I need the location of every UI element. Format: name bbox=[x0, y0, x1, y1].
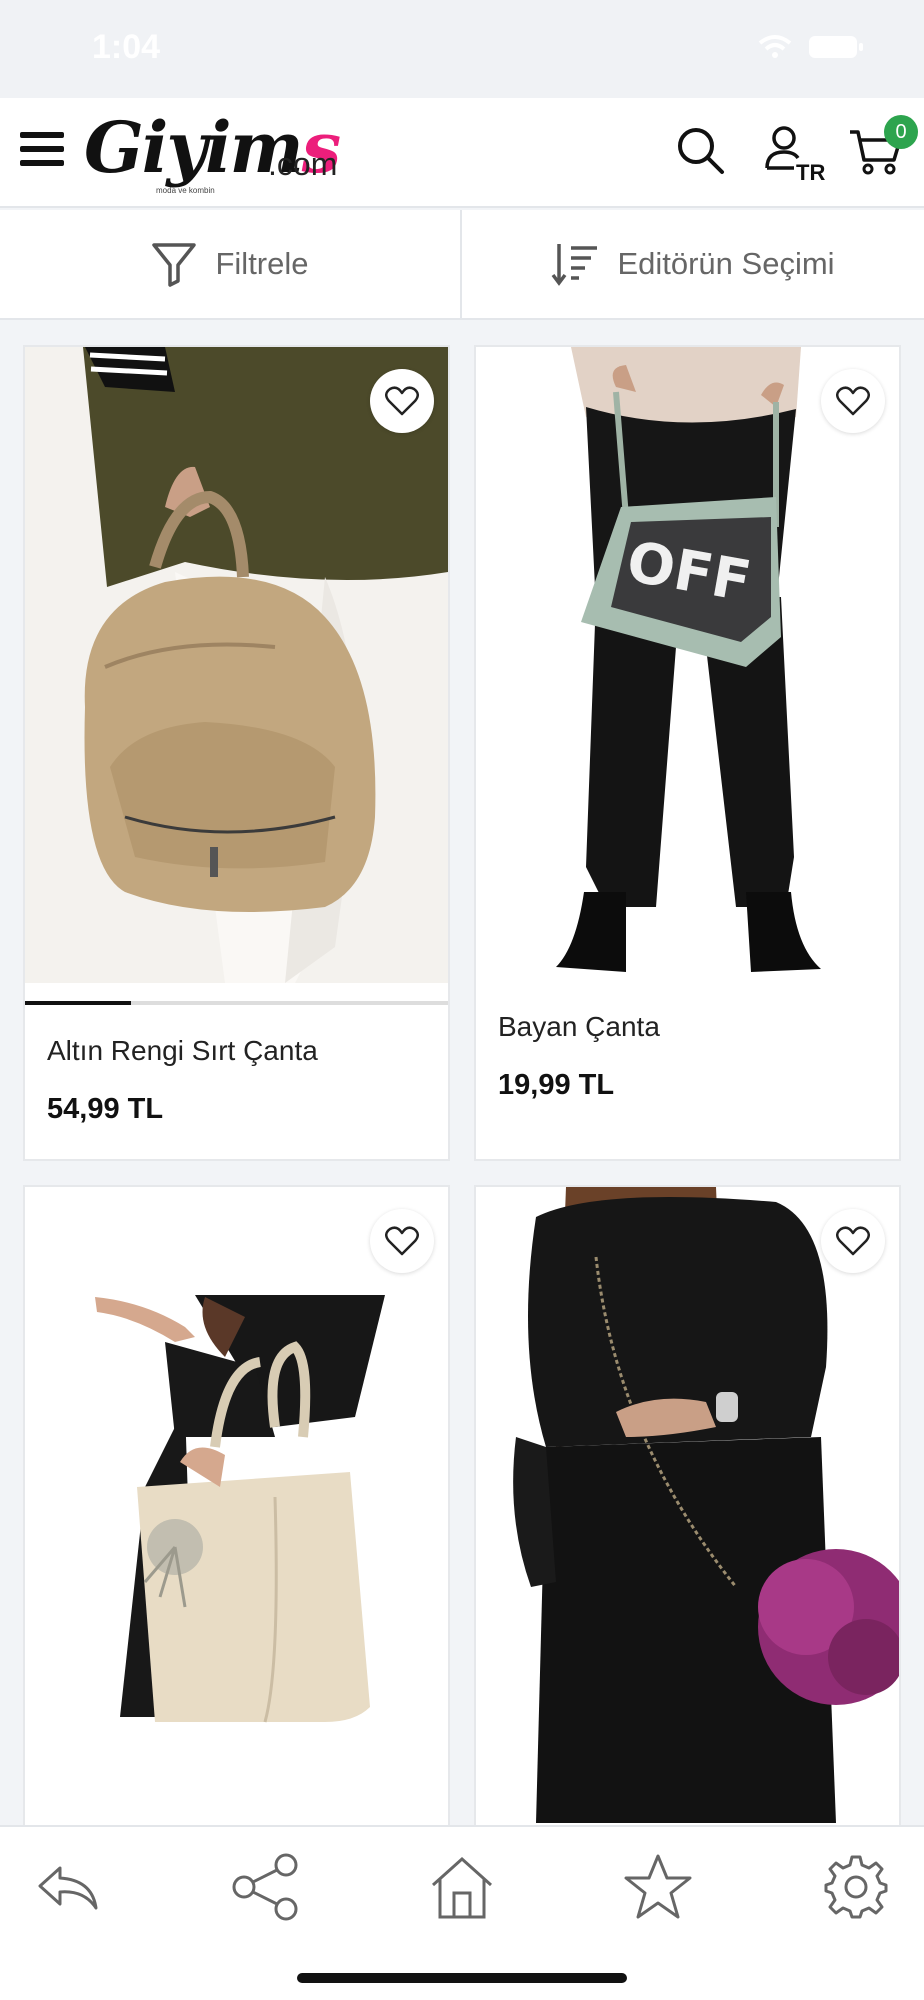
sort-button[interactable]: Editörün Seçimi bbox=[462, 210, 924, 318]
image-carousel-progress bbox=[25, 1001, 448, 1005]
favorite-button[interactable] bbox=[821, 369, 885, 433]
favorites-tab-button[interactable] bbox=[618, 1847, 698, 1927]
heart-icon bbox=[836, 1226, 870, 1256]
home-icon bbox=[431, 1856, 493, 1919]
logo-tagline: moda ve kombin bbox=[156, 186, 215, 195]
filter-button[interactable]: Filtrele bbox=[0, 210, 462, 318]
product-card[interactable] bbox=[23, 1185, 450, 1865]
home-indicator bbox=[297, 1973, 627, 1983]
favorite-button[interactable] bbox=[370, 1209, 434, 1273]
favorite-button[interactable] bbox=[370, 369, 434, 433]
star-icon bbox=[624, 1854, 692, 1919]
sort-label: Editörün Seçimi bbox=[617, 246, 835, 281]
image-carousel-progress-fill bbox=[25, 1001, 131, 1005]
favorite-button[interactable] bbox=[821, 1209, 885, 1273]
wifi-icon bbox=[758, 35, 792, 58]
product-price: 19,99 TL bbox=[498, 1069, 615, 1101]
filter-bar: Filtrele Editörün Seçimi bbox=[0, 210, 924, 320]
status-icons bbox=[758, 34, 864, 60]
product-card[interactable]: Altın Rengi Sırt Çanta 54,99 TL bbox=[23, 345, 450, 1161]
home-button[interactable] bbox=[422, 1847, 502, 1927]
logo-domain: .com bbox=[268, 146, 338, 182]
heart-icon bbox=[385, 386, 419, 416]
product-image[interactable] bbox=[25, 1187, 448, 1823]
hamburger-menu-icon[interactable] bbox=[20, 132, 64, 172]
funnel-icon bbox=[152, 243, 197, 287]
status-bar: 1:04 bbox=[0, 0, 924, 98]
status-time: 1:04 bbox=[92, 28, 161, 66]
gear-icon bbox=[824, 1855, 888, 1919]
filter-label: Filtrele bbox=[215, 246, 309, 281]
share-icon bbox=[232, 1853, 298, 1921]
back-button[interactable] bbox=[28, 1847, 108, 1927]
heart-icon bbox=[836, 386, 870, 416]
product-name[interactable]: Bayan Çanta bbox=[498, 1011, 660, 1043]
brand-logo[interactable]: Giyims .com moda ve kombin bbox=[84, 106, 344, 206]
heart-icon bbox=[385, 1226, 419, 1256]
product-image[interactable] bbox=[476, 1187, 899, 1823]
cart-count-badge: 0 bbox=[884, 115, 918, 149]
battery-icon bbox=[809, 36, 863, 58]
product-image[interactable] bbox=[25, 347, 448, 983]
share-button[interactable] bbox=[226, 1847, 306, 1927]
settings-button[interactable] bbox=[816, 1847, 896, 1927]
sort-icon bbox=[552, 244, 598, 286]
product-card[interactable]: OFF Bayan Çanta 19,99 TL bbox=[474, 345, 901, 1161]
product-price: 54,99 TL bbox=[47, 1093, 164, 1125]
product-card[interactable] bbox=[474, 1185, 901, 1865]
search-icon[interactable] bbox=[676, 126, 726, 176]
product-name[interactable]: Altın Rengi Sırt Çanta bbox=[47, 1035, 318, 1067]
product-image[interactable]: OFF bbox=[476, 347, 899, 983]
language-indicator[interactable]: TR bbox=[796, 160, 825, 186]
app-header: Giyims .com moda ve kombin bbox=[0, 98, 924, 208]
reply-icon bbox=[38, 1866, 98, 1910]
